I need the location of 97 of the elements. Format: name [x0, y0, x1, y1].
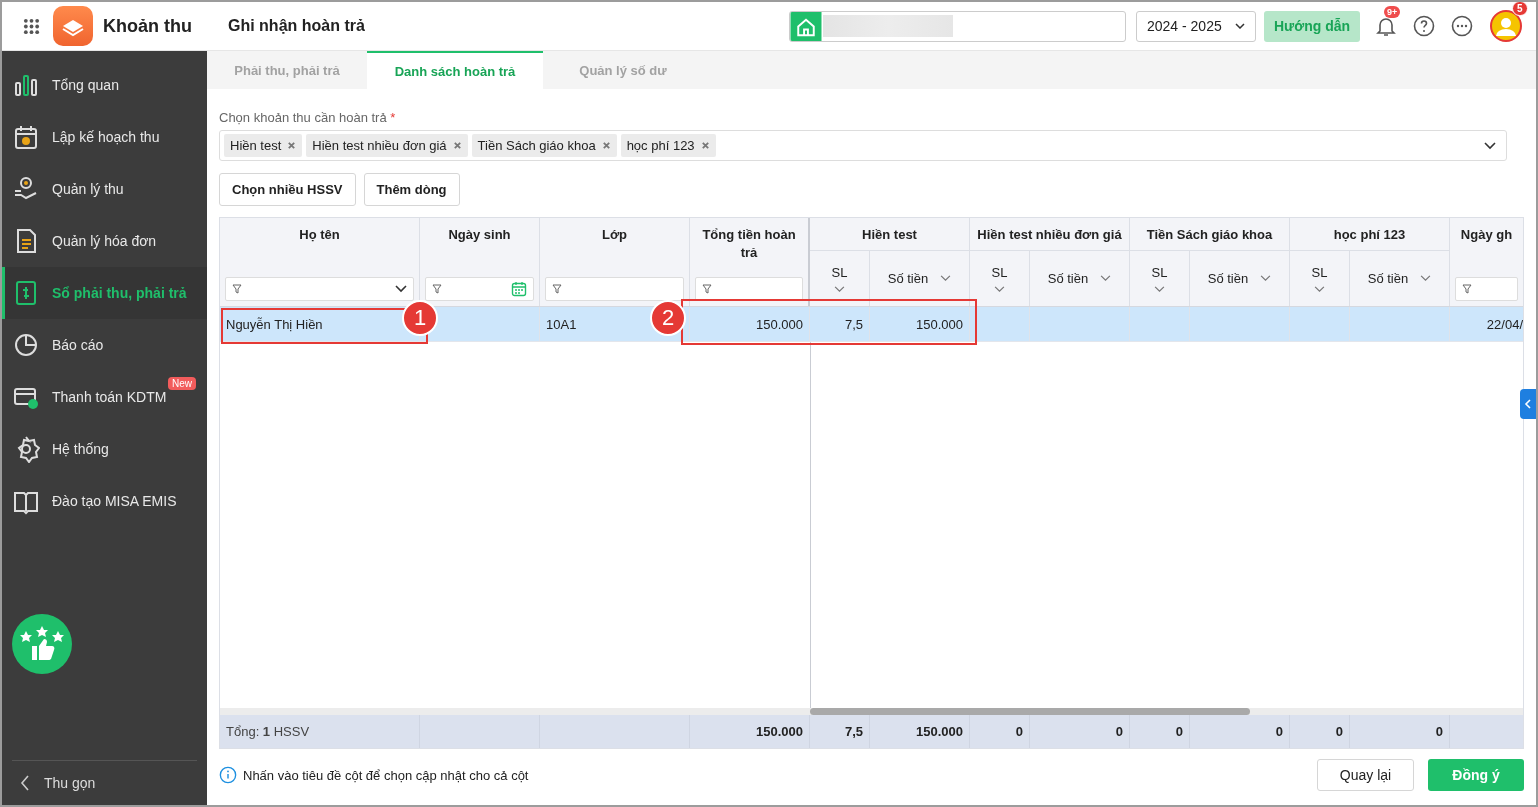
column-filter[interactable]: [425, 277, 534, 301]
filter-icon: [702, 284, 712, 294]
group-header[interactable]: học phí 123: [1333, 226, 1406, 242]
column-header[interactable]: Số tiền: [1030, 251, 1130, 306]
column-header[interactable]: SL: [1290, 251, 1350, 306]
sidebar-item[interactable]: Hệ thống: [2, 423, 207, 475]
rating-thumbs-up-icon[interactable]: [12, 613, 72, 674]
sidebar-item[interactable]: Đào tạo MISA EMIS: [2, 475, 207, 527]
column-header[interactable]: Lớp: [601, 226, 628, 244]
total-cell: 0: [1015, 724, 1023, 739]
group-header[interactable]: Hiền test: [862, 226, 917, 242]
total-cell: 150.000: [756, 724, 803, 739]
group-header[interactable]: Hiền test nhiều đơn giá: [977, 226, 1122, 242]
column-header[interactable]: SL: [810, 251, 870, 306]
action-button[interactable]: Thêm dòng: [363, 173, 460, 206]
table-cell: Nguyễn Thị Hiền: [226, 316, 323, 332]
sidebar-item[interactable]: Lập kế hoạch thu: [2, 111, 207, 163]
column-header[interactable]: Họ tên: [299, 226, 340, 244]
dropdown-caret-icon[interactable]: [1484, 141, 1496, 150]
year-select[interactable]: 2024 - 2025: [1136, 10, 1256, 42]
caret-icon: [1235, 23, 1245, 29]
column-header[interactable]: Ngày gh: [1460, 226, 1513, 244]
fee-multiselect[interactable]: Hiền test Hiền test nhiều đơn giá Tiền Sách giáo khoa học phí 123: [219, 130, 1507, 161]
caret-icon: [1260, 275, 1272, 282]
total-cell: 150.000: [916, 724, 963, 739]
total-cell: 0: [1115, 724, 1123, 739]
notification-count: 9+: [1384, 6, 1401, 18]
total-cell: 0: [1335, 724, 1343, 739]
fee-tag: Tiền Sách giáo khoa: [471, 134, 617, 157]
sidebar-item[interactable]: Sổ phải thu, phải trả: [2, 267, 207, 319]
info-icon: [219, 766, 237, 784]
table-cell: 7,5: [844, 316, 863, 332]
total-cell: 0: [1175, 724, 1183, 739]
avatar-badge: 5: [1512, 2, 1528, 16]
total-cell: 0: [1275, 724, 1283, 739]
side-panel-toggle[interactable]: [1520, 389, 1536, 419]
column-filter[interactable]: [695, 277, 803, 301]
column-header[interactable]: SL: [970, 251, 1030, 306]
page-title: Ghi nhận hoàn trả: [228, 17, 365, 35]
caret-icon: [395, 285, 407, 293]
caret-icon: [1154, 285, 1165, 293]
sidebar-icon: [12, 331, 40, 359]
app-name: Khoản thu: [103, 15, 192, 37]
table-cell: 150.000: [756, 316, 803, 332]
group-header[interactable]: Tiền Sách giáo khoa: [1146, 226, 1273, 242]
chevron-left-icon: [20, 775, 30, 791]
remove-icon[interactable]: [452, 141, 462, 150]
sidebar-icon: [12, 123, 40, 151]
sidebar-item[interactable]: Tổng quan: [2, 59, 207, 111]
caret-icon: [1420, 275, 1432, 282]
total-cell: 7,5: [844, 724, 863, 739]
table-cell: 10A1: [546, 316, 577, 332]
horizontal-scrollbar[interactable]: [220, 708, 1523, 715]
apps-menu-icon[interactable]: [23, 17, 40, 35]
hint-text: Nhấn vào tiêu đề cột để chọn cập nhật cho cả cột: [243, 767, 529, 783]
total-cell: Tổng: 1 HSSV: [226, 724, 310, 739]
action-button[interactable]: Chọn nhiều HSSV: [219, 173, 356, 206]
remove-icon[interactable]: [287, 141, 297, 150]
column-header[interactable]: Tổng tiền hoàn trả: [695, 226, 803, 262]
table-cell: 150.000: [916, 316, 963, 332]
remove-icon[interactable]: [601, 141, 611, 150]
more-icon[interactable]: [1450, 14, 1474, 38]
app-logo: [53, 6, 93, 46]
sidebar-item[interactable]: Báo cáo: [2, 319, 207, 371]
home-icon: [790, 11, 822, 41]
fee-tag: Hiền test: [224, 134, 303, 157]
footer-button[interactable]: Quay lại: [1317, 759, 1414, 791]
fee-tag: Hiền test nhiều đơn giá: [306, 134, 468, 157]
filter-icon: [432, 284, 442, 294]
sidebar-item[interactable]: Quản lý thu: [2, 163, 207, 215]
filter-icon: [232, 284, 242, 294]
collapse-button[interactable]: Thu gọn: [12, 760, 197, 805]
help-icon[interactable]: [1412, 14, 1436, 38]
remove-icon[interactable]: [700, 141, 710, 150]
caret-icon: [1100, 275, 1112, 282]
filter-icon: [1462, 284, 1472, 294]
column-header[interactable]: Số tiền: [1350, 251, 1450, 306]
new-badge: New: [168, 377, 196, 390]
caret-icon: [1314, 285, 1325, 293]
caret-icon: [994, 285, 1005, 293]
sidebar-item[interactable]: Thanh toán KDTM New: [2, 371, 207, 423]
avatar[interactable]: [1490, 10, 1522, 42]
column-filter[interactable]: [1455, 277, 1518, 301]
column-header[interactable]: Số tiền: [1190, 251, 1290, 306]
caret-icon: [940, 275, 952, 282]
table-cell: 22/04/: [1486, 316, 1523, 332]
column-header[interactable]: Ngày sinh: [448, 226, 511, 244]
column-header[interactable]: SL: [1130, 251, 1190, 306]
sidebar-item[interactable]: Quản lý hóa đơn: [2, 215, 207, 267]
field-label: Chọn khoản thu cần hoàn trả *: [219, 110, 397, 125]
column-header[interactable]: Số tiền: [870, 251, 970, 306]
calendar-icon[interactable]: [511, 281, 527, 297]
fee-tag: học phí 123: [620, 134, 716, 157]
filter-icon: [552, 284, 562, 294]
caret-icon: [834, 285, 845, 293]
total-cell: 0: [1435, 724, 1443, 739]
school-select[interactable]: [789, 10, 1126, 42]
